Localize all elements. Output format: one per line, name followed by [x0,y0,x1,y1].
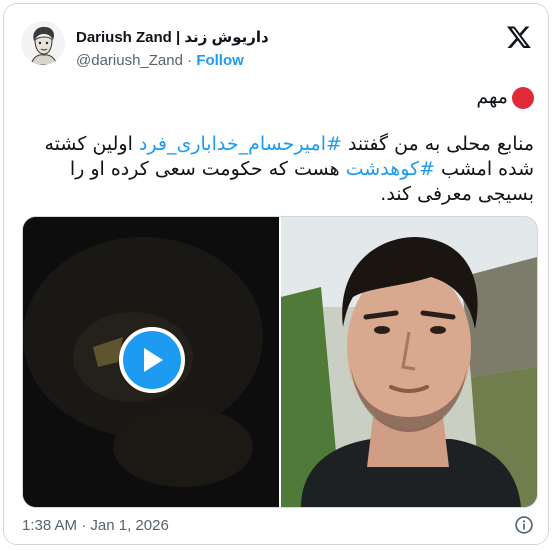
photo-thumbnail[interactable] [281,217,537,507]
tweet-text: منابع محلی به من گفتند #امیرحسام_خداباری… [24,132,534,207]
author-handle[interactable]: @dariush_Zand [76,52,183,69]
x-logo-icon[interactable] [506,24,532,50]
video-thumbnail[interactable] [23,217,279,507]
tweet-card[interactable]: Dariush Zand | داریوش زند @dariush_Zand … [3,3,549,545]
author-handle-row: @dariush_Zand · Follow [76,52,244,69]
author-display-name[interactable]: Dariush Zand | داریوش زند [76,28,269,46]
play-icon [144,348,163,372]
tweet-date: Jan 1, 2026 [90,517,169,534]
info-icon[interactable] [514,515,534,535]
tweet-text-before: منابع محلی به من گفتند [341,133,534,155]
red-circle-icon [512,86,534,109]
follow-button[interactable]: Follow [196,52,244,69]
tweet-time: 1:38 AM [22,517,78,534]
avatar[interactable] [21,21,65,65]
timestamp-link[interactable]: 1:38 AM · Jan 1, 2026 [22,517,169,534]
badge-line: مهم [476,86,534,109]
author-name-row: Dariush Zand | داریوش زند [76,28,269,46]
handle-separator: · [187,52,193,69]
hashtag-link-1[interactable]: #امیرحسام_خداباری_فرد [139,133,342,155]
play-button[interactable] [119,327,185,393]
portrait-photo [281,217,537,507]
hashtag-link-2[interactable]: #کوهدشت [346,158,435,180]
timestamp-separator: · [81,517,87,534]
media-grid [22,216,538,508]
avatar-illustration [21,21,65,65]
badge-text: مهم [476,87,508,108]
